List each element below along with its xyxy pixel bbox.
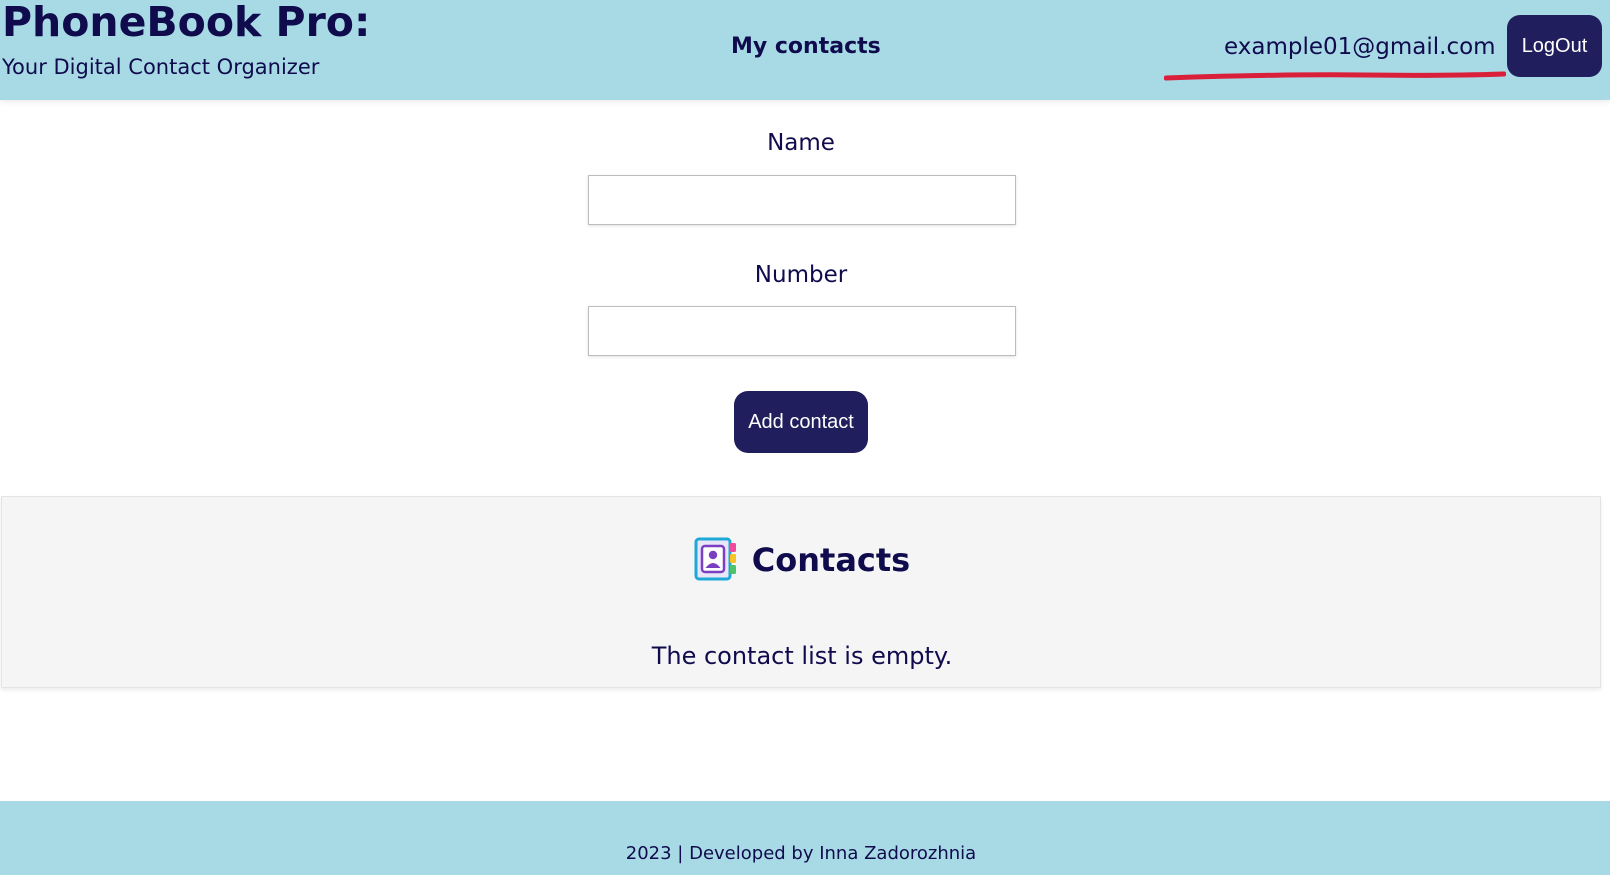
app-header: PhoneBook Pro: Your Digital Contact Orga… bbox=[0, 0, 1610, 100]
page-footer: 2023 | Developed by Inna Zadorozhnia bbox=[0, 801, 1610, 875]
contacts-heading: Contacts bbox=[2, 537, 1602, 584]
number-input[interactable] bbox=[588, 306, 1016, 356]
contacts-panel: Contacts The contact list is empty. bbox=[1, 496, 1601, 688]
address-book-icon bbox=[694, 537, 738, 581]
brand-title: PhoneBook Pro: bbox=[2, 0, 371, 46]
nav-link-my-contacts[interactable]: My contacts bbox=[731, 30, 881, 64]
brand-subtitle: Your Digital Contact Organizer bbox=[2, 55, 320, 79]
email-underline-annotation bbox=[1164, 71, 1506, 81]
number-label: Number bbox=[754, 262, 848, 288]
name-input[interactable] bbox=[588, 175, 1016, 225]
contacts-heading-text: Contacts bbox=[751, 541, 911, 579]
name-label: Name bbox=[767, 130, 835, 156]
add-contact-button[interactable]: Add contact bbox=[734, 391, 868, 453]
empty-list-message: The contact list is empty. bbox=[651, 642, 953, 670]
footer-text: 2023 | Developed by Inna Zadorozhnia bbox=[625, 843, 977, 864]
user-email: example01@gmail.com bbox=[1224, 34, 1496, 60]
logout-button[interactable]: LogOut bbox=[1507, 15, 1602, 77]
